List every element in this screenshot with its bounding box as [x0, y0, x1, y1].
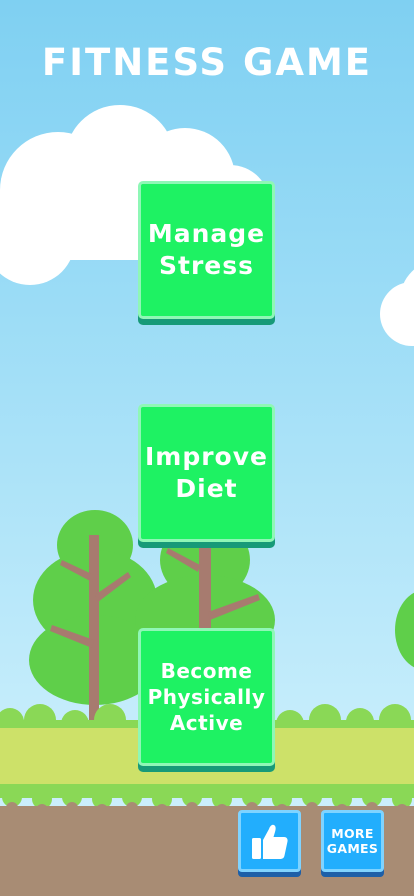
more-games-button[interactable]: MORE GAMES	[321, 810, 384, 872]
improve-diet-button[interactable]: Improve Diet	[138, 404, 275, 542]
improve-diet-label: Improve Diet	[144, 442, 268, 503]
become-physically-active-label: Become Physically Active	[147, 659, 266, 735]
like-button[interactable]	[238, 810, 301, 872]
manage-stress-label: Manage Stress	[147, 219, 266, 280]
thumbs-up-icon	[251, 824, 288, 859]
grass-edge	[0, 784, 414, 809]
game-title: FITNESS GAME	[41, 41, 373, 84]
manage-stress-button[interactable]: Manage Stress	[138, 181, 275, 319]
cloud-right	[380, 269, 414, 346]
become-physically-active-button[interactable]: Become Physically Active	[138, 628, 275, 766]
more-games-label: MORE GAMES	[326, 826, 379, 856]
game-screen: FITNESS GAME Manage Stress Improve Diet …	[0, 0, 414, 896]
tree-right	[395, 592, 414, 668]
